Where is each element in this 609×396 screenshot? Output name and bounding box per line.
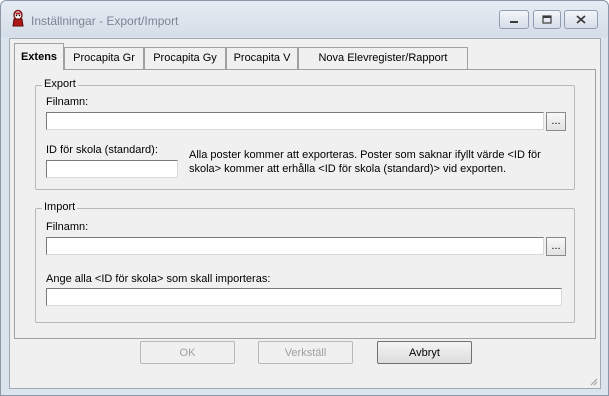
cancel-button[interactable]: Avbryt	[377, 341, 472, 364]
export-group: Export Filnamn: ... ID för skola (standa…	[35, 78, 575, 190]
export-note: Alla poster kommer att exporteras. Poste…	[189, 149, 541, 175]
minimize-button[interactable]	[499, 10, 529, 29]
school-id-input[interactable]	[46, 160, 178, 178]
export-legend: Export	[42, 78, 78, 90]
close-button[interactable]	[564, 10, 598, 29]
minimize-icon	[510, 20, 518, 23]
import-filename-label: Filnamn:	[46, 221, 89, 233]
school-id-label: ID för skola (standard):	[46, 144, 158, 156]
export-filename-input[interactable]	[46, 112, 544, 130]
tab-nova-elevregister[interactable]: Nova Elevregister/Rapport	[298, 47, 468, 69]
import-filename-input[interactable]	[46, 237, 544, 255]
window-title: Inställningar - Export/Import	[31, 14, 179, 28]
apply-button[interactable]: Verkställ	[258, 341, 353, 364]
import-ids-input[interactable]	[46, 288, 562, 306]
import-group: Import Filnamn: ... Ange alla <ID för sk…	[35, 201, 575, 323]
title-bar[interactable]: Inställningar - Export/Import	[1, 1, 608, 37]
dialog-client-area: Extens Procapita Gr Procapita Gy Procapi…	[9, 38, 601, 389]
export-browse-button[interactable]: ...	[546, 112, 566, 131]
maximize-button[interactable]	[533, 10, 561, 29]
tab-procapita-v[interactable]: Procapita V	[226, 47, 298, 69]
tab-procapita-gy[interactable]: Procapita Gy	[144, 47, 226, 69]
import-ids-label: Ange alla <ID för skola> som skall impor…	[46, 273, 271, 285]
tab-strip: Extens Procapita Gr Procapita Gy Procapi…	[12, 43, 600, 71]
ok-button[interactable]: OK	[140, 341, 235, 364]
tab-panel-extens: Export Filnamn: ... ID för skola (standa…	[14, 69, 596, 339]
settings-window: Inställningar - Export/Import Extens Pro…	[0, 0, 609, 396]
tab-extens[interactable]: Extens	[14, 43, 64, 70]
import-legend: Import	[42, 201, 78, 213]
maximize-icon	[542, 15, 552, 24]
resize-grip-icon[interactable]	[588, 376, 598, 386]
app-icon	[9, 9, 27, 27]
close-icon	[576, 15, 586, 24]
export-filename-label: Filnamn:	[46, 96, 89, 108]
tab-procapita-gr[interactable]: Procapita Gr	[64, 47, 144, 69]
import-browse-button[interactable]: ...	[546, 237, 566, 256]
